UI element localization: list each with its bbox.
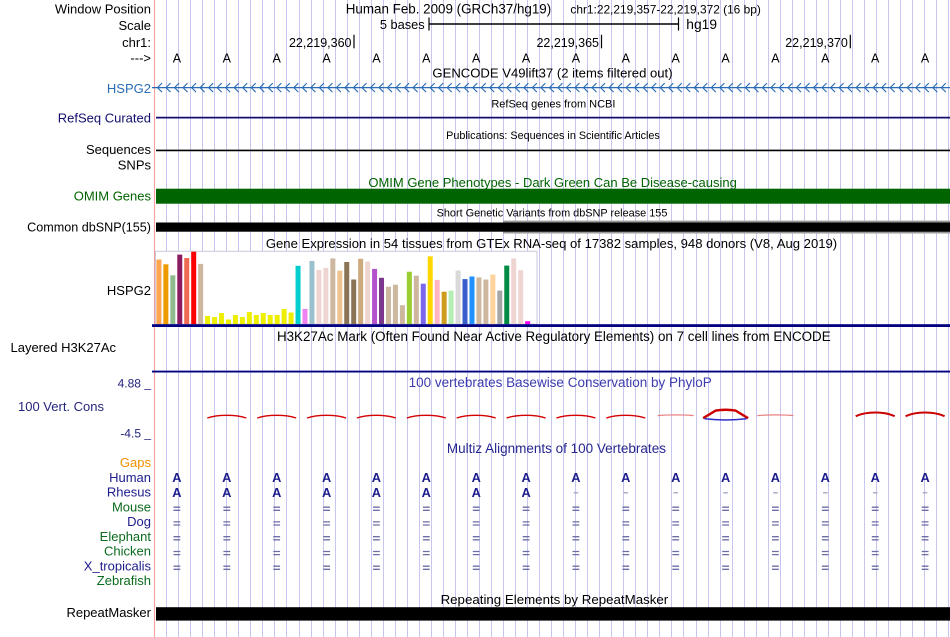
svg-text:A: A xyxy=(821,470,830,485)
svg-text:SNPs: SNPs xyxy=(118,158,152,173)
svg-text:A: A xyxy=(322,52,331,66)
svg-text:OMIM Gene Phenotypes - Dark Gr: OMIM Gene Phenotypes - Dark Green Can Be… xyxy=(368,175,737,190)
svg-text:Scale: Scale xyxy=(118,18,151,33)
svg-text:HSPG2: HSPG2 xyxy=(107,283,151,298)
svg-text:A: A xyxy=(821,52,830,66)
svg-text:HSPG2: HSPG2 xyxy=(107,81,151,96)
svg-text:22,219,370: 22,219,370 xyxy=(785,36,848,50)
svg-text:A: A xyxy=(272,470,281,485)
svg-text:A: A xyxy=(622,52,631,66)
svg-text:RefSeq genes from NCBI: RefSeq genes from NCBI xyxy=(491,99,615,111)
svg-text:--->: ---> xyxy=(130,51,151,66)
svg-text:A: A xyxy=(572,52,581,66)
svg-text:A: A xyxy=(671,470,680,485)
svg-text:Human: Human xyxy=(109,470,151,485)
svg-text:chr1:: chr1: xyxy=(122,35,151,50)
svg-text:A: A xyxy=(372,470,381,485)
svg-text:5 bases: 5 bases xyxy=(380,17,425,32)
svg-text:A: A xyxy=(672,52,681,66)
svg-text:A: A xyxy=(721,52,730,66)
svg-text:chr1:22,219,357-22,219,372 (16: chr1:22,219,357-22,219,372 (16 bp) xyxy=(570,3,760,17)
svg-text:A: A xyxy=(273,52,282,66)
svg-text:A: A xyxy=(721,470,730,485)
svg-text:A: A xyxy=(172,470,181,485)
svg-text:A: A xyxy=(921,52,930,66)
svg-text:Human Feb. 2009 (GRCh37/hg19): Human Feb. 2009 (GRCh37/hg19) xyxy=(346,2,551,17)
svg-text:A: A xyxy=(422,470,431,485)
svg-text:Rhesus: Rhesus xyxy=(107,485,152,500)
svg-text:OMIM Genes: OMIM Genes xyxy=(74,189,152,204)
svg-text:A: A xyxy=(422,485,431,500)
svg-text:A: A xyxy=(322,485,331,500)
svg-text:A: A xyxy=(521,470,530,485)
svg-text:A: A xyxy=(521,485,530,500)
svg-text:A: A xyxy=(571,470,580,485)
svg-text:GENCODE V49lift37 (2 items fil: GENCODE V49lift37 (2 items filtered out) xyxy=(432,66,672,81)
svg-text:Common dbSNP(155): Common dbSNP(155) xyxy=(27,221,151,235)
svg-text:A: A xyxy=(222,470,231,485)
svg-text:22,219,365: 22,219,365 xyxy=(536,36,599,50)
svg-text:Elephant: Elephant xyxy=(100,529,152,544)
svg-text:100 Vert. Cons: 100 Vert. Cons xyxy=(18,399,104,414)
svg-text:-4.5 _: -4.5 _ xyxy=(120,427,151,441)
svg-text:A: A xyxy=(173,52,182,66)
svg-text:A: A xyxy=(372,52,381,66)
svg-text:Chicken: Chicken xyxy=(104,544,151,559)
svg-text:A: A xyxy=(223,52,232,66)
svg-text:A: A xyxy=(621,470,630,485)
svg-text:100 vertebrates Basewise Conse: 100 vertebrates Basewise Conservation by… xyxy=(409,375,712,390)
svg-text:A: A xyxy=(871,52,880,66)
svg-text:Multiz Alignments of 100 Verte: Multiz Alignments of 100 Vertebrates xyxy=(447,441,666,456)
svg-text:RefSeq Curated: RefSeq Curated xyxy=(58,111,151,126)
svg-text:RepeatMasker: RepeatMasker xyxy=(66,605,151,620)
svg-text:A: A xyxy=(422,52,431,66)
svg-text:A: A xyxy=(472,470,481,485)
svg-text:Gaps: Gaps xyxy=(120,455,152,470)
svg-text:A: A xyxy=(272,485,281,500)
svg-text:Window Position: Window Position xyxy=(55,2,151,17)
svg-text:A: A xyxy=(871,470,880,485)
svg-text:A: A xyxy=(771,470,780,485)
svg-text:Zebrafish: Zebrafish xyxy=(97,573,151,588)
svg-text:Sequences: Sequences xyxy=(86,142,152,157)
svg-text:22,219,360: 22,219,360 xyxy=(289,36,352,50)
svg-text:Publications: Sequences in Sci: Publications: Sequences in Scientific Ar… xyxy=(446,130,660,142)
svg-text:Layered H3K27Ac: Layered H3K27Ac xyxy=(10,340,116,355)
svg-text:A: A xyxy=(472,485,481,500)
svg-text:A: A xyxy=(372,485,381,500)
svg-text:A: A xyxy=(920,470,929,485)
svg-text:A: A xyxy=(522,52,531,66)
svg-text:X_tropicalis: X_tropicalis xyxy=(84,558,152,573)
svg-text:A: A xyxy=(322,470,331,485)
svg-text:4.88 _: 4.88 _ xyxy=(118,377,152,391)
svg-text:A: A xyxy=(172,485,181,500)
svg-text:H3K27Ac Mark (Often Found Near: H3K27Ac Mark (Often Found Near Active Re… xyxy=(277,329,831,344)
svg-text:A: A xyxy=(472,52,481,66)
svg-text:Mouse: Mouse xyxy=(112,499,151,514)
svg-text:Short Genetic Variants from db: Short Genetic Variants from dbSNP releas… xyxy=(437,208,668,220)
svg-text:hg19: hg19 xyxy=(686,17,717,32)
svg-text:Repeating Elements by RepeatMa: Repeating Elements by RepeatMasker xyxy=(441,592,669,607)
svg-text:Dog: Dog xyxy=(127,514,151,529)
svg-text:Gene Expression in 54 tissues: Gene Expression in 54 tissues from GTEx … xyxy=(266,236,837,251)
svg-text:A: A xyxy=(222,485,231,500)
svg-text:A: A xyxy=(771,52,780,66)
